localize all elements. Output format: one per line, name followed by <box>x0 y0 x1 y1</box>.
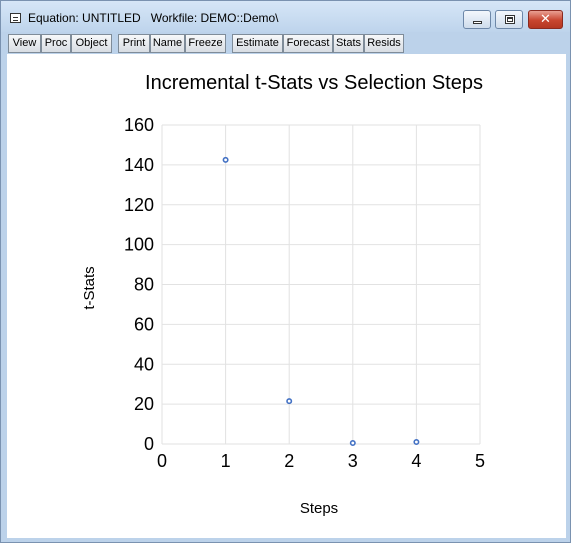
object-button[interactable]: Object <box>71 34 112 53</box>
window-title: Equation: UNTITLED Workfile: DEMO::Demo\ <box>28 11 279 25</box>
y-axis-label: t-Stats <box>81 266 98 309</box>
forecast-button[interactable]: Forecast <box>283 34 333 53</box>
freeze-button[interactable]: Freeze <box>185 34 226 53</box>
title-bar[interactable]: Equation: UNTITLED Workfile: DEMO::Demo\… <box>1 1 570 32</box>
minimize-icon <box>473 21 482 24</box>
x-tick-label: 3 <box>348 451 358 471</box>
proc-button[interactable]: Proc <box>41 34 71 53</box>
maximize-icon <box>505 15 515 24</box>
minimize-button[interactable] <box>463 10 491 29</box>
x-axis-label: Steps <box>300 500 338 517</box>
name-button[interactable]: Name <box>150 34 185 53</box>
data-point <box>413 439 420 446</box>
system-menu-icon[interactable] <box>10 13 21 23</box>
x-tick-label: 1 <box>221 451 231 471</box>
y-tick-label: 100 <box>124 235 154 255</box>
y-tick-label: 60 <box>134 314 154 334</box>
view-button[interactable]: View <box>8 34 41 53</box>
x-tick-label: 5 <box>475 451 485 471</box>
x-tick-label: 2 <box>284 451 294 471</box>
y-tick-label: 120 <box>124 195 154 215</box>
equation-window: Equation: UNTITLED Workfile: DEMO::Demo\… <box>0 0 571 543</box>
y-tick-label: 80 <box>134 275 154 295</box>
data-point <box>286 398 293 405</box>
x-tick-label: 0 <box>157 451 167 471</box>
print-button[interactable]: Print <box>118 34 150 53</box>
y-tick-label: 140 <box>124 155 154 175</box>
close-icon: ✕ <box>540 12 551 27</box>
data-point <box>222 156 229 163</box>
data-points <box>222 156 420 447</box>
close-button[interactable]: ✕ <box>528 10 563 29</box>
y-tick-label: 0 <box>144 434 154 454</box>
graph-area: Incremental t-Stats vs Selection Steps 0… <box>7 54 566 538</box>
scatter-chart: Incremental t-Stats vs Selection Steps 0… <box>81 72 485 517</box>
y-tick-label: 160 <box>124 115 154 135</box>
y-axis-ticks: 0 20 40 60 80 100 120 140 160 <box>124 115 154 454</box>
stats-button[interactable]: Stats <box>333 34 364 53</box>
data-point <box>349 440 356 447</box>
x-axis-ticks: 0 1 2 3 4 5 <box>157 451 485 471</box>
x-tick-label: 4 <box>411 451 421 471</box>
chart-title: Incremental t-Stats vs Selection Steps <box>145 72 483 94</box>
estimate-button[interactable]: Estimate <box>232 34 283 53</box>
maximize-button[interactable] <box>495 10 523 29</box>
y-tick-label: 40 <box>134 354 154 374</box>
y-tick-label: 20 <box>134 394 154 414</box>
resids-button[interactable]: Resids <box>364 34 404 53</box>
chart-grid <box>161 124 481 445</box>
